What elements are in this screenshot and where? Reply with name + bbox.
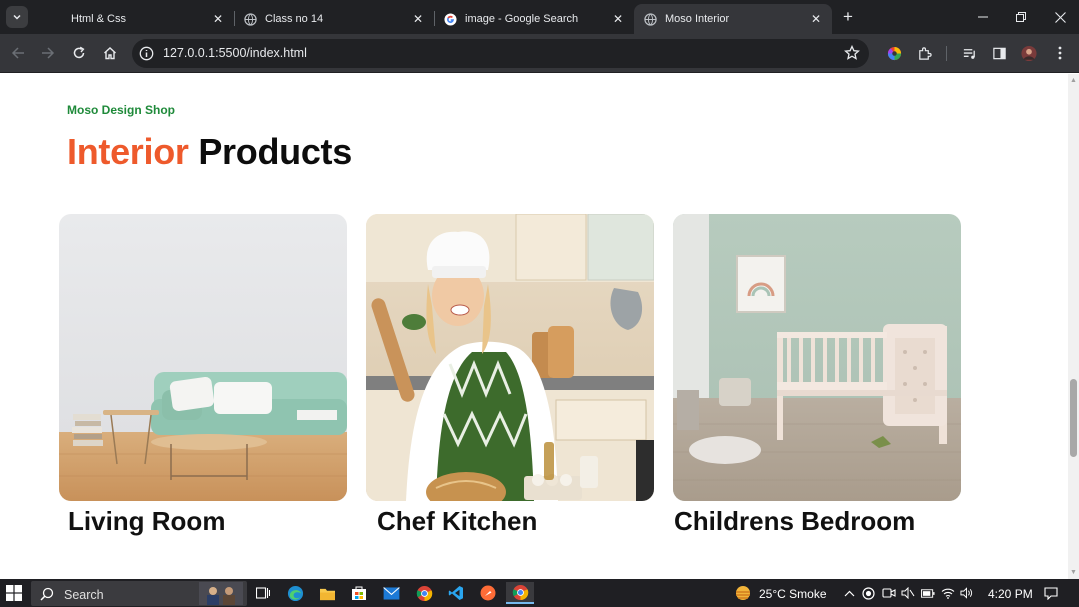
battery-icon[interactable] <box>921 586 935 600</box>
clock-time[interactable]: 4:20 PM <box>988 587 1033 601</box>
search-label: Search <box>64 588 104 602</box>
chrome-icon[interactable] <box>413 582 435 604</box>
google-icon <box>444 12 457 26</box>
task-view-icon[interactable] <box>252 582 274 604</box>
browser-toolbar: 127.0.0.1:5500/index.html <box>0 34 1079 73</box>
weather-text[interactable]: 25°C Smoke <box>759 587 827 601</box>
globe-icon <box>244 12 257 26</box>
vscode-icon[interactable] <box>445 582 467 604</box>
file-explorer-icon[interactable] <box>316 582 338 604</box>
notification-icon[interactable] <box>1044 586 1058 600</box>
shop-name: Moso Design Shop <box>67 103 175 117</box>
tab-label: Moso Interior <box>665 13 730 25</box>
close-icon[interactable]: ✕ <box>610 11 626 27</box>
scrollbar-thumb[interactable] <box>1070 379 1077 457</box>
chrome-running-icon[interactable] <box>506 582 534 604</box>
store-icon[interactable] <box>348 582 370 604</box>
extensions-icon[interactable] <box>916 45 932 61</box>
tab-search-button[interactable] <box>6 6 28 28</box>
taskbar-search-box[interactable]: Search <box>31 581 247 606</box>
close-window-button[interactable] <box>1048 6 1072 28</box>
arrow-right-icon <box>42 47 55 59</box>
chevron-down-icon <box>13 14 21 20</box>
media-controls-icon[interactable] <box>961 45 977 61</box>
reload-button[interactable] <box>69 43 89 63</box>
page-title: Interior Products <box>67 131 352 173</box>
product-card-chef-kitchen[interactable] <box>366 214 654 501</box>
edge-icon[interactable] <box>284 582 306 604</box>
tab-strip: Html & Css ✕ Class no 14 ✕ image - Googl… <box>0 0 1079 34</box>
record-icon[interactable] <box>861 586 875 600</box>
product-title-living-room[interactable]: Living Room <box>68 506 225 537</box>
arrow-left-icon <box>11 47 24 59</box>
menu-icon[interactable] <box>1052 45 1068 61</box>
close-icon[interactable]: ✕ <box>410 11 426 27</box>
home-button[interactable] <box>100 43 120 63</box>
tab-label: image - Google Search <box>465 13 579 25</box>
side-panel-icon[interactable] <box>991 45 1007 61</box>
product-title-chef-kitchen[interactable]: Chef Kitchen <box>377 506 537 537</box>
globe-icon <box>644 12 657 26</box>
restore-button[interactable] <box>1009 6 1033 28</box>
home-icon <box>104 47 116 60</box>
chevron-up-icon[interactable] <box>842 586 856 600</box>
restore-icon <box>1016 12 1026 22</box>
product-title-childrens-bedroom[interactable]: Childrens Bedroom <box>674 506 915 537</box>
postman-icon[interactable] <box>477 582 499 604</box>
address-bar[interactable]: 127.0.0.1:5500/index.html <box>132 39 869 68</box>
tab-label: Html & Css <box>71 13 126 25</box>
title-accent: Interior <box>67 131 189 172</box>
living-room-image <box>59 214 347 501</box>
info-icon[interactable] <box>139 46 154 61</box>
scroll-down-icon[interactable]: ▼ <box>1070 569 1077 576</box>
minimize-button[interactable] <box>971 6 995 28</box>
url-text[interactable]: 127.0.0.1:5500/index.html <box>163 46 307 60</box>
close-icon[interactable]: ✕ <box>210 11 226 27</box>
document-icon <box>50 13 63 26</box>
tab-html-css[interactable]: Html & Css ✕ <box>40 4 234 34</box>
chef-kitchen-image <box>366 214 654 501</box>
meet-now-icon[interactable] <box>882 586 896 600</box>
taskbar: Search 25°C Smoke 4:20 PM <box>0 579 1079 607</box>
search-icon <box>40 587 54 601</box>
volume-icon[interactable] <box>960 586 974 600</box>
tab-moso-interior[interactable]: Moso Interior ✕ <box>634 4 832 34</box>
star-icon[interactable] <box>844 45 860 61</box>
tab-label: Class no 14 <box>265 13 324 25</box>
scroll-up-icon[interactable]: ▲ <box>1070 77 1077 84</box>
tab-google-search[interactable]: image - Google Search ✕ <box>434 4 634 34</box>
title-rest: Products <box>198 131 352 172</box>
minimize-icon <box>978 16 988 18</box>
search-highlight-image <box>199 582 243 605</box>
profile-avatar[interactable] <box>1021 45 1037 61</box>
childrens-bedroom-image <box>673 214 961 501</box>
wifi-icon[interactable] <box>941 586 955 600</box>
web-page: Moso Design Shop Interior Products Livin… <box>0 74 1068 579</box>
close-icon[interactable]: ✕ <box>808 11 824 27</box>
mail-icon[interactable] <box>380 582 402 604</box>
weather-icon[interactable] <box>733 584 753 602</box>
windows-start-icon[interactable] <box>6 585 22 601</box>
toolbar-divider <box>946 46 947 61</box>
reload-icon <box>73 46 85 59</box>
mute-icon[interactable] <box>901 586 915 600</box>
new-tab-button[interactable]: + <box>839 8 857 26</box>
page-scrollbar[interactable]: ▲ ▼ <box>1068 74 1079 579</box>
product-card-childrens-bedroom[interactable] <box>673 214 961 501</box>
forward-button[interactable] <box>38 43 58 63</box>
color-extension-icon[interactable] <box>886 45 902 61</box>
product-card-living-room[interactable] <box>59 214 347 501</box>
tab-class-no-14[interactable]: Class no 14 ✕ <box>234 4 434 34</box>
close-icon <box>1054 11 1066 23</box>
back-button[interactable] <box>8 43 28 63</box>
